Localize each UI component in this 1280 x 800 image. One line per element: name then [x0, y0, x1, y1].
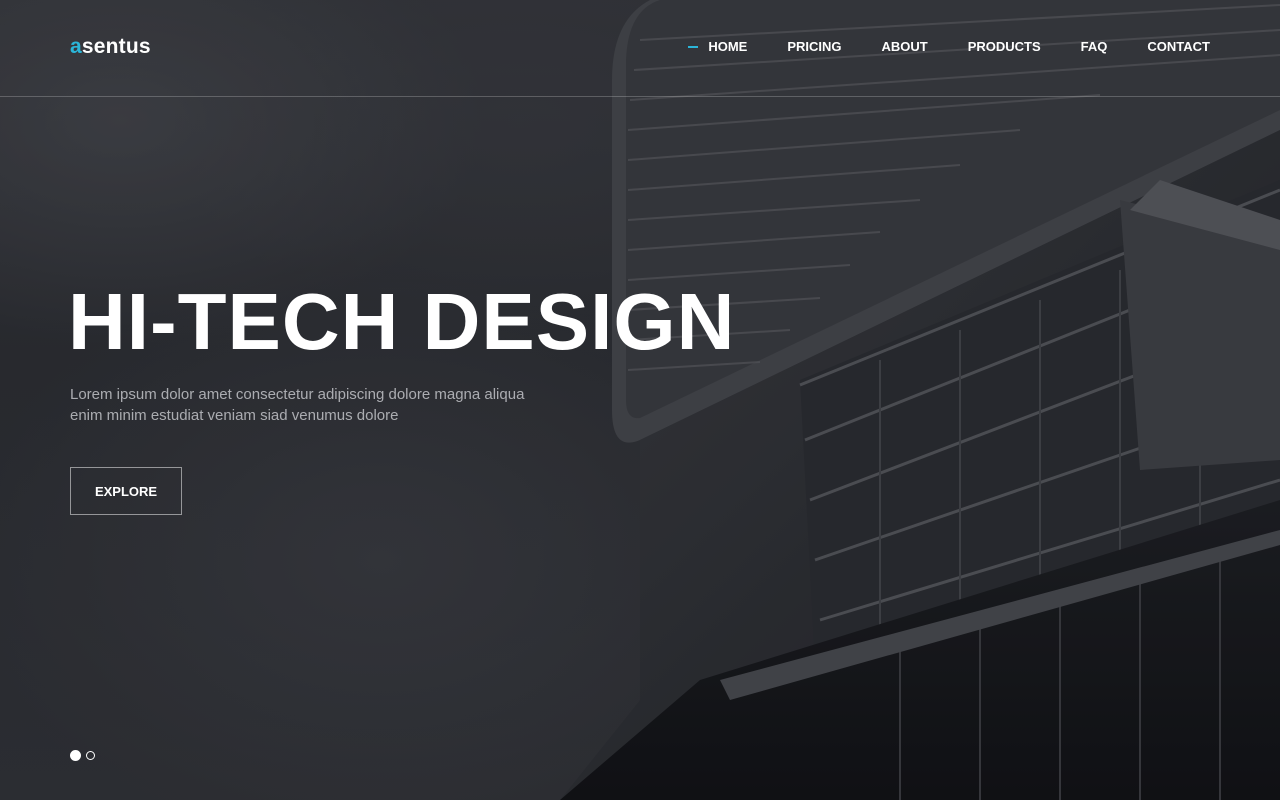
nav-item-about[interactable]: ABOUT	[882, 39, 928, 54]
nav-item-faq[interactable]: FAQ	[1081, 39, 1108, 54]
hero-subtext-line-1: Lorem ipsum dolor amet consectetur adipi…	[70, 386, 525, 403]
logo-text: sentus	[81, 35, 151, 58]
explore-button[interactable]: EXPLORE	[70, 467, 182, 515]
hero-subtext: Lorem ipsum dolor amet consectetur adipi…	[70, 384, 540, 426]
site-header: asentus HOME PRICING ABOUT PRODUCTS FAQ …	[0, 0, 1280, 97]
logo-accent-letter: a	[70, 35, 82, 58]
nav-item-contact[interactable]: CONTACT	[1147, 39, 1210, 54]
hero-subtext-line-2: enim minim estudiat veniam siad venumus …	[70, 407, 399, 424]
slider-pagination	[70, 750, 100, 761]
main-nav: HOME PRICING ABOUT PRODUCTS FAQ CONTACT	[668, 39, 1210, 54]
hero-headline: HI-TECH DESIGN	[68, 277, 736, 366]
nav-item-pricing[interactable]: PRICING	[787, 39, 841, 54]
nav-item-home[interactable]: HOME	[688, 39, 747, 54]
nav-item-products[interactable]: PRODUCTS	[968, 39, 1041, 54]
slider-dot-1[interactable]	[70, 750, 81, 761]
brand-logo[interactable]: asentus	[70, 35, 151, 59]
slider-dot-2[interactable]	[86, 751, 95, 760]
hero-section: asentus HOME PRICING ABOUT PRODUCTS FAQ …	[0, 0, 1280, 800]
